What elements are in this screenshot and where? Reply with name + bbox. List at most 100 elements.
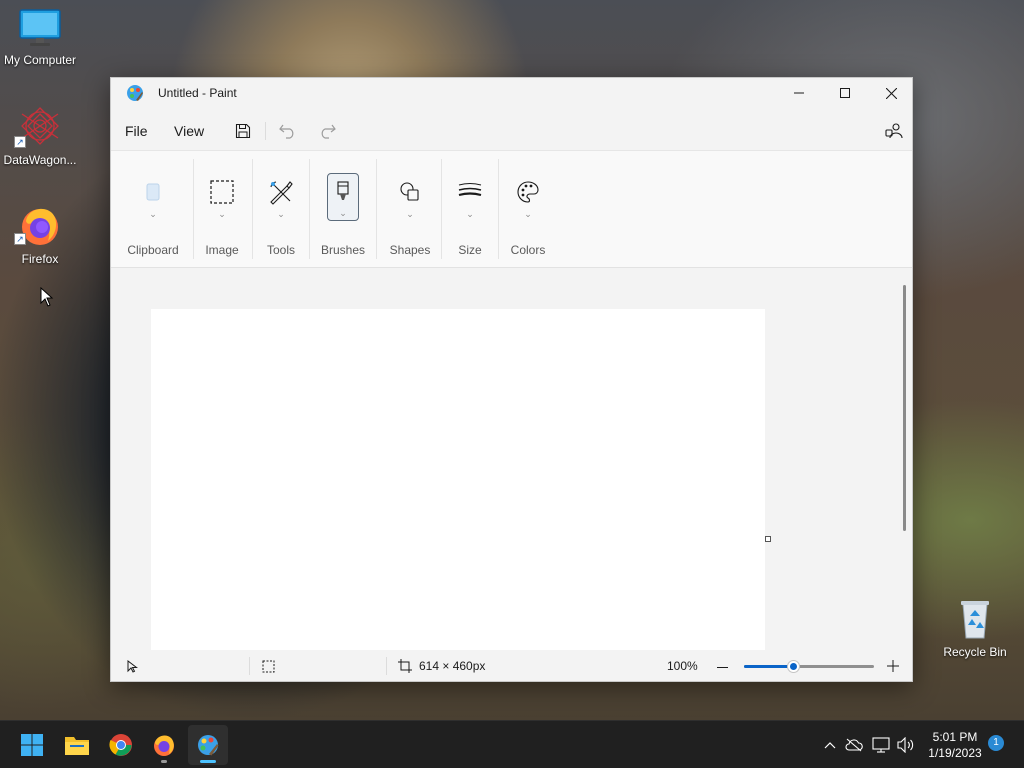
ribbon-divider [193, 159, 194, 259]
undo-icon [279, 124, 294, 139]
status-bar: 614 × 460px 100% [111, 651, 912, 681]
ribbon-group-size[interactable]: ⌄ Size [445, 151, 495, 269]
clock-time: 5:01 PM [932, 730, 978, 744]
desktop-icon-label: My Computer [3, 53, 77, 67]
taskbar-file-explorer[interactable] [57, 725, 97, 765]
menu-bar: File View [111, 112, 912, 146]
taskbar-firefox[interactable] [144, 725, 184, 765]
cloud-offline-icon [845, 738, 863, 752]
tray-network[interactable] [871, 735, 891, 755]
ribbon-group-label: Image [205, 243, 239, 257]
save-button[interactable] [231, 119, 255, 143]
recycle-bin-icon [961, 601, 989, 639]
paint-window: Untitled - Paint File View ⌄ Clipboard ⌄… [110, 77, 913, 682]
canvas-resize-handle[interactable] [765, 536, 771, 542]
ribbon-divider [376, 159, 377, 259]
zoom-slider-thumb[interactable] [787, 660, 800, 673]
minimize-button[interactable] [776, 78, 822, 108]
mouse-cursor-icon [40, 287, 54, 307]
close-button[interactable] [868, 78, 914, 108]
volume-icon [897, 737, 914, 753]
drawing-canvas[interactable] [151, 309, 765, 650]
desktop-icon-label: DataWagon... [3, 153, 77, 167]
chevron-down-icon: ⌄ [406, 209, 414, 219]
redo-icon [321, 124, 336, 139]
file-explorer-icon [65, 737, 89, 755]
undo-button[interactable] [276, 119, 300, 143]
ribbon-group-brushes[interactable]: ⌄ Brushes [313, 151, 373, 269]
ribbon-group-tools[interactable]: ⌄ Tools [256, 151, 306, 269]
maximize-button[interactable] [822, 78, 868, 108]
tools-icon [264, 175, 298, 209]
ribbon-toolbar: ⌄ Clipboard ⌄ Image ⌄ Tools ⌄ Brushes ⌄ … [111, 150, 912, 268]
paint-icon [198, 735, 219, 756]
vertical-scrollbar[interactable] [903, 285, 906, 531]
shapes-icon [393, 175, 427, 209]
chevron-down-icon: ⌄ [277, 209, 285, 219]
maximize-icon [840, 88, 850, 98]
canvas-size-label: 614 × 460px [419, 659, 486, 673]
start-icon [21, 734, 43, 756]
desktop-icon-label: Firefox [21, 252, 59, 266]
ribbon-group-clipboard[interactable]: ⌄ Clipboard [123, 151, 183, 269]
clock-date: 1/19/2023 [928, 746, 982, 760]
tray-volume[interactable] [896, 735, 916, 755]
ribbon-group-label: Clipboard [127, 243, 179, 257]
paint-icon [127, 85, 143, 101]
zoom-level[interactable]: 100% [667, 659, 698, 673]
ribbon-group-colors[interactable]: ⌄ Colors [503, 151, 553, 269]
tray-onedrive[interactable] [844, 735, 864, 755]
ribbon-divider [441, 159, 442, 259]
chevron-down-icon: ⌄ [524, 209, 532, 219]
chevron-down-icon: ⌄ [339, 208, 347, 218]
taskbar-paint[interactable] [188, 725, 228, 765]
title-bar[interactable]: Untitled - Paint [111, 78, 912, 108]
menu-file[interactable]: File [125, 123, 148, 139]
shortcut-arrow-icon: ↗ [14, 233, 26, 245]
selection-size-icon [262, 660, 275, 673]
shortcut-arrow-icon: ↗ [14, 136, 26, 148]
show-hidden-icons-button[interactable] [820, 735, 840, 755]
desktop-icon-datawagon[interactable]: ↗ DataWagon... [0, 106, 80, 167]
ribbon-group-shapes[interactable]: ⌄ Shapes [380, 151, 440, 269]
line-size-icon [453, 175, 487, 209]
zoom-in-icon[interactable] [887, 660, 899, 672]
selection-icon [205, 175, 239, 209]
start-button[interactable] [12, 725, 52, 765]
notification-badge[interactable]: 1 [988, 735, 1004, 751]
chevron-down-icon: ⌄ [466, 209, 474, 219]
redo-button[interactable] [315, 119, 339, 143]
menu-view[interactable]: View [174, 123, 204, 139]
ribbon-group-image[interactable]: ⌄ Image [197, 151, 247, 269]
ribbon-group-label: Tools [266, 243, 295, 257]
chrome-icon [109, 734, 132, 756]
palette-icon [511, 175, 545, 209]
ribbon-group-label: Shapes [389, 243, 431, 257]
chevron-up-icon [824, 742, 836, 749]
desktop-icon-my-computer[interactable]: My Computer [0, 8, 80, 67]
zoom-out-icon[interactable] [717, 662, 728, 673]
chevron-down-icon: ⌄ [149, 209, 157, 219]
ribbon-divider [498, 159, 499, 259]
running-indicator [161, 760, 167, 763]
desktop-icon-label: Recycle Bin [943, 645, 1007, 659]
firefox-icon [154, 735, 174, 756]
canvas-workspace [111, 269, 912, 650]
zoom-slider[interactable] [744, 660, 874, 673]
desktop-icon-recycle-bin[interactable]: Recycle Bin [935, 598, 1015, 659]
desktop-icon-firefox[interactable]: ↗ Firefox [0, 203, 80, 266]
account-settings-button[interactable] [882, 119, 906, 143]
pointer-position-icon [127, 660, 138, 673]
ribbon-group-label: Size [458, 243, 482, 257]
menu-divider [265, 122, 266, 140]
taskbar-clock[interactable]: 5:01 PM 1/19/2023 [920, 729, 990, 761]
network-icon [872, 737, 890, 753]
active-app-indicator [200, 760, 216, 763]
zoom-slider-fill [744, 665, 793, 668]
taskbar-chrome[interactable] [101, 725, 141, 765]
ribbon-divider [309, 159, 310, 259]
close-icon [885, 87, 897, 99]
window-title: Untitled - Paint [158, 86, 237, 100]
status-divider [249, 657, 250, 675]
ribbon-divider [252, 159, 253, 259]
